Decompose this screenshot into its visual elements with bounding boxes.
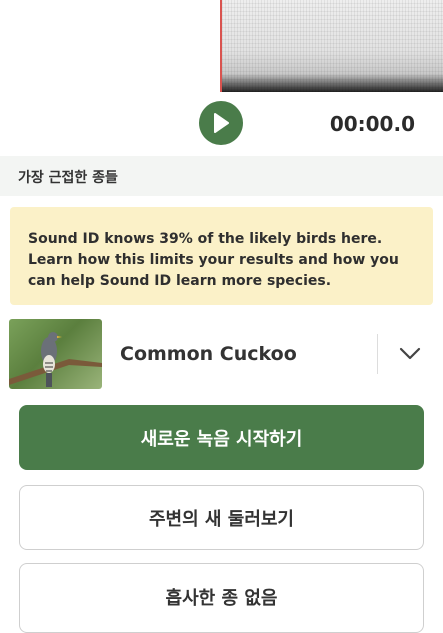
notice-line-1: Sound ID knows 39% of the likely birds h… [28,231,383,247]
play-icon [214,113,229,133]
section-header: 가장 근접한 종들 [0,156,443,196]
species-name: Common Cuckoo [120,343,297,365]
section-title: 가장 근접한 종들 [18,170,118,186]
chevron-down-icon[interactable] [397,342,423,364]
notice-line-2: Learn how this limits your results and h… [28,252,399,268]
row-divider [377,334,378,374]
bird-thumbnail [9,319,102,389]
no-similar-species-button[interactable]: 흡사한 종 없음 [19,563,424,633]
explore-nearby-birds-button[interactable]: 주변의 새 둘러보기 [19,485,424,550]
spectrogram-image [222,0,443,92]
playback-time: 00:00.0 [329,112,415,136]
species-item[interactable]: Common Cuckoo [0,318,443,390]
sound-id-notice[interactable]: Sound ID knows 39% of the likely birds h… [10,207,433,305]
play-button[interactable] [199,101,243,145]
spectrogram[interactable] [220,0,443,92]
start-new-recording-button[interactable]: 새로운 녹음 시작하기 [19,405,424,470]
bird-photo [9,332,102,387]
notice-line-3: can help Sound ID learn more species. [28,273,332,289]
